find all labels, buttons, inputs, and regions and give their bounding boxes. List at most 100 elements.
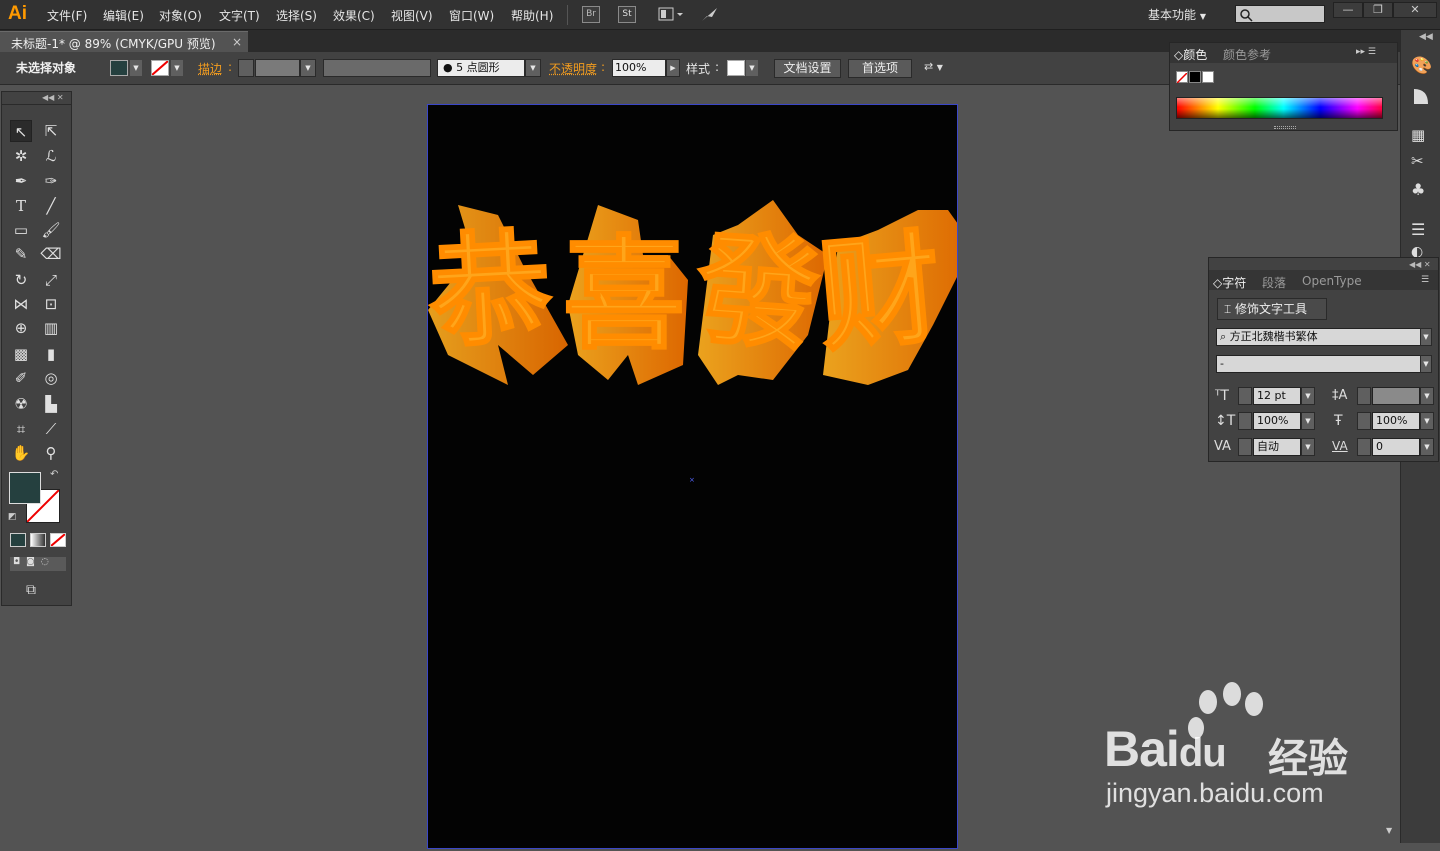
direct-selection-tool-icon[interactable]: ⇱ (40, 120, 62, 142)
collapse-dock-icon[interactable]: ◀◀ (1419, 32, 1433, 42)
stock-icon[interactable]: St (618, 6, 636, 23)
panel-menu-icon[interactable]: ▸▸ ☰ (1356, 47, 1376, 57)
width-tool-icon[interactable]: ⋈ (10, 293, 32, 315)
rotate-tool-icon[interactable]: ↻ (10, 269, 32, 291)
stroke-weight-stepper[interactable] (238, 59, 254, 77)
lasso-tool-icon[interactable]: ℒ (40, 145, 62, 167)
variable-width-profile[interactable] (323, 59, 431, 77)
brush-dropdown-icon[interactable]: ▼ (525, 59, 541, 77)
font-size-input[interactable]: 12 pt (1253, 387, 1301, 405)
horizontal-scale-stepper[interactable] (1357, 412, 1371, 430)
drawing-modes-icon[interactable]: ◘◙◌ (10, 557, 66, 571)
black-swatch[interactable] (1189, 71, 1201, 83)
selection-tool-icon[interactable]: ↖ (10, 120, 32, 142)
menu-type[interactable]: 文字(T) (219, 7, 260, 24)
vertical-scale-dropdown-icon[interactable]: ▼ (1301, 412, 1315, 430)
blend-tool-icon[interactable]: ◎ (40, 367, 62, 389)
preferences-button[interactable]: 首选项 (848, 59, 912, 78)
magic-wand-tool-icon[interactable]: ✲ (10, 145, 32, 167)
horizontal-scale-input[interactable]: 100% (1372, 412, 1420, 430)
stroke-color-swatch[interactable] (151, 60, 169, 76)
pencil-tool-icon[interactable]: ✎ (10, 243, 32, 265)
menu-effect[interactable]: 效果(C) (333, 7, 375, 24)
symbols-icon[interactable]: ♣ (1411, 180, 1433, 202)
tab-opentype[interactable]: OpenType (1302, 274, 1362, 288)
kerning-stepper[interactable] (1238, 438, 1252, 456)
bridge-icon[interactable]: Br (582, 6, 600, 23)
graphic-style-swatch[interactable] (727, 60, 745, 76)
mesh-tool-icon[interactable]: ▩ (10, 343, 32, 365)
horizontal-scale-dropdown-icon[interactable]: ▼ (1420, 412, 1434, 430)
stroke-panel-icon[interactable]: ☰ (1411, 220, 1433, 242)
tab-character[interactable]: ◇字符 (1213, 274, 1246, 291)
style-dropdown-icon[interactable]: ▼ (746, 60, 758, 76)
type-tool-icon[interactable]: T (10, 195, 32, 217)
artboard-tool-icon[interactable]: ⌗ (10, 418, 32, 440)
gpu-performance-icon[interactable] (700, 5, 720, 25)
scale-tool-icon[interactable]: ⤢ (40, 269, 62, 291)
menu-window[interactable]: 窗口(W) (449, 7, 494, 24)
none-swatch[interactable] (1176, 71, 1188, 83)
touch-type-tool-button[interactable]: ⌶ 修饰文字工具 (1217, 298, 1327, 320)
free-transform-tool-icon[interactable]: ⊡ (40, 293, 62, 315)
stroke-weight-dropdown-icon[interactable]: ▼ (300, 59, 316, 77)
menu-edit[interactable]: 编辑(E) (103, 7, 144, 24)
opacity-arrow-icon[interactable]: ▶ (666, 59, 680, 77)
opacity-input[interactable]: 100% (612, 59, 666, 77)
vertical-scale-input[interactable]: 100% (1253, 412, 1301, 430)
tracking-dropdown-icon[interactable]: ▼ (1420, 438, 1434, 456)
shape-builder-tool-icon[interactable]: ⊕ (10, 317, 32, 339)
color-guide-icon[interactable]: 🎨 (1411, 56, 1433, 78)
panel-resize-grip[interactable] (1274, 126, 1296, 129)
opacity-label[interactable]: 不透明度 (549, 60, 597, 77)
artwork-3d-text[interactable]: 恭 喜 發 财 × (428, 105, 957, 848)
swatches-icon[interactable]: ▦ (1411, 126, 1433, 148)
arrange-documents-icon[interactable] (658, 6, 684, 23)
eyedropper-tool-icon[interactable]: ✐ (10, 367, 32, 389)
brushes-icon[interactable]: ✂ (1411, 152, 1433, 174)
color-mode-icon[interactable] (10, 533, 26, 547)
scroll-down-icon[interactable]: ▼ (1386, 826, 1396, 836)
stroke-label[interactable]: 描边 (198, 60, 222, 77)
fill-color-swatch[interactable] (110, 60, 128, 76)
tab-color-guide[interactable]: 颜色参考 (1223, 46, 1271, 63)
swap-fill-stroke-icon[interactable]: ↶ (50, 469, 58, 480)
arrange-icon[interactable]: ⇄ ▼ (924, 60, 956, 76)
slice-tool-icon[interactable]: ⟋ (40, 418, 62, 440)
stroke-dropdown-arrow-icon[interactable]: ▼ (171, 60, 183, 76)
symbol-sprayer-tool-icon[interactable]: ☢ (10, 393, 32, 415)
document-tab-close-icon[interactable]: × (232, 35, 242, 49)
menu-file[interactable]: 文件(F) (47, 7, 87, 24)
leading-input[interactable] (1372, 387, 1420, 405)
font-size-dropdown-icon[interactable]: ▼ (1301, 387, 1315, 405)
menu-view[interactable]: 视图(V) (391, 7, 433, 24)
vertical-scale-stepper[interactable] (1238, 412, 1252, 430)
artboard[interactable]: 恭 喜 發 财 × (427, 104, 958, 849)
kerning-dropdown-icon[interactable]: ▼ (1301, 438, 1315, 456)
curvature-tool-icon[interactable]: ✑ (40, 170, 62, 192)
fill-indicator[interactable] (9, 472, 41, 504)
gradient-mode-icon[interactable] (30, 533, 46, 547)
pen-tool-icon[interactable]: ✒ (10, 170, 32, 192)
font-style-field[interactable]: - (1216, 355, 1422, 373)
kerning-input[interactable]: 自动 (1253, 438, 1301, 456)
font-family-dropdown-icon[interactable]: ▼ (1420, 328, 1432, 346)
font-family-field[interactable]: ⌕ 方正北魏楷书繁体 (1216, 328, 1422, 346)
screen-mode-icon[interactable]: ⧉ (26, 582, 36, 598)
eraser-tool-icon[interactable]: ⌫ (40, 243, 62, 265)
color-spectrum[interactable] (1176, 97, 1383, 119)
tab-color[interactable]: ◇颜色 (1174, 46, 1207, 63)
workspace-switcher[interactable]: 基本功能 ▼ (1148, 6, 1206, 23)
white-swatch[interactable] (1202, 71, 1214, 83)
help-search-input[interactable] (1235, 5, 1325, 23)
menu-select[interactable]: 选择(S) (276, 7, 317, 24)
column-graph-tool-icon[interactable]: ▙ (40, 393, 62, 415)
default-colors-icon[interactable]: ◩ (8, 512, 17, 522)
menu-object[interactable]: 对象(O) (159, 7, 202, 24)
brush-definition[interactable]: ● 5 点圆形 (437, 59, 525, 77)
zoom-tool-icon[interactable]: ⚲ (40, 442, 62, 464)
font-style-dropdown-icon[interactable]: ▼ (1420, 355, 1432, 373)
close-button[interactable]: ✕ (1393, 2, 1437, 18)
tab-paragraph[interactable]: 段落 (1262, 274, 1286, 291)
restore-button[interactable]: ❐ (1363, 2, 1393, 18)
